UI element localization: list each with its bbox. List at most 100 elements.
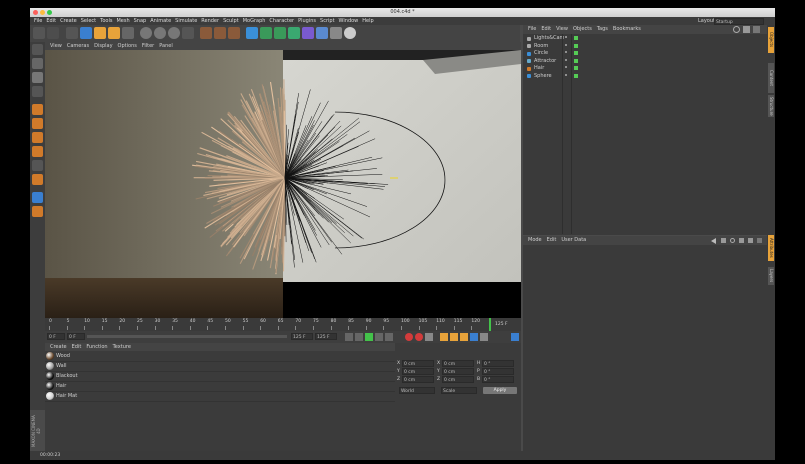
uv-mode-icon[interactable] (32, 146, 43, 157)
enable-check-icon[interactable] (574, 66, 578, 70)
visibility-dot-icon[interactable] (565, 73, 567, 76)
menu-snap[interactable]: Snap (134, 17, 147, 25)
tweak-mode-icon[interactable] (32, 174, 43, 185)
menu-script[interactable]: Script (320, 17, 335, 25)
right-tab-content-browser[interactable]: Content Browser (768, 63, 774, 93)
menu-help[interactable]: Help (362, 17, 373, 25)
redo-icon[interactable] (47, 27, 59, 39)
viewport-menu-panel[interactable]: Panel (159, 42, 173, 50)
object-item[interactable]: Sphere (523, 73, 767, 81)
object-menu-edit[interactable]: Edit (541, 25, 551, 34)
z-axis-icon[interactable] (168, 27, 180, 39)
record-icon[interactable] (405, 333, 413, 341)
workplane-icon[interactable] (32, 86, 43, 97)
render-picture-viewer-icon[interactable] (214, 27, 226, 39)
right-tab-layers[interactable]: Layers (768, 267, 774, 285)
viewport-menu-options[interactable]: Options (118, 42, 137, 50)
key-position-icon[interactable] (440, 333, 448, 341)
object-menu-objects[interactable]: Objects (573, 25, 592, 34)
enable-check-icon[interactable] (574, 51, 578, 55)
object-item[interactable]: Room (523, 43, 767, 51)
menu-mograph[interactable]: MoGraph (243, 17, 266, 25)
enable-check-icon[interactable] (574, 43, 578, 48)
apply-button[interactable]: Apply (483, 387, 517, 394)
right-tab-structure[interactable]: Structure (768, 95, 774, 117)
coord-mode-dropdown[interactable]: World (399, 387, 435, 394)
key-param-icon[interactable] (470, 333, 478, 341)
coord-value-field[interactable]: 0 cm (442, 360, 474, 367)
attribute-menu-user-data[interactable]: User Data (561, 236, 586, 245)
enable-check-icon[interactable] (574, 36, 578, 40)
axis-mode-icon[interactable] (32, 160, 43, 171)
attribute-menu-edit[interactable]: Edit (547, 236, 557, 245)
visibility-dot-icon[interactable] (565, 66, 567, 68)
menu-window[interactable]: Window (339, 17, 359, 25)
key-pla-icon[interactable] (480, 333, 488, 341)
enable-check-icon[interactable] (574, 73, 578, 78)
light-icon[interactable] (344, 27, 356, 39)
coord-size-dropdown[interactable]: Scale (441, 387, 477, 394)
object-new-window-icon[interactable] (753, 26, 760, 33)
deformer-icon[interactable] (302, 27, 314, 39)
model-mode-icon[interactable] (32, 58, 43, 69)
snap-icon[interactable] (32, 192, 43, 203)
menu-animate[interactable]: Animate (150, 17, 171, 25)
step-forward-icon[interactable] (375, 333, 383, 341)
object-item[interactable]: Hair (523, 65, 767, 73)
y-axis-icon[interactable] (154, 27, 166, 39)
coord-value-field[interactable]: 0 cm (402, 376, 434, 383)
camera-icon[interactable] (330, 27, 342, 39)
current-frame-marker[interactable] (489, 318, 491, 331)
attr-pin-icon[interactable] (748, 238, 753, 243)
object-search-icon[interactable] (733, 26, 740, 33)
key-rotation-icon[interactable] (460, 333, 468, 341)
coordinate-system-icon[interactable] (182, 27, 194, 39)
visibility-dot-icon[interactable] (565, 58, 567, 61)
material-menu-edit[interactable]: Edit (72, 343, 82, 351)
array-icon[interactable] (288, 27, 300, 39)
enable-check-icon[interactable] (574, 58, 578, 63)
object-item[interactable]: Attractor (523, 58, 767, 66)
menu-select[interactable]: Select (81, 17, 96, 25)
cube-icon[interactable] (246, 27, 258, 39)
edges-mode-icon[interactable] (32, 118, 43, 129)
viewport-menu-view[interactable]: View (50, 42, 62, 50)
material-menu-function[interactable]: Function (86, 343, 107, 351)
attribute-menu-mode[interactable]: Mode (528, 236, 542, 245)
object-menu-tags[interactable]: Tags (597, 25, 608, 34)
attr-up-icon[interactable] (721, 238, 726, 243)
menu-plugins[interactable]: Plugins (298, 17, 316, 25)
go-to-end-icon[interactable] (385, 333, 393, 341)
right-tab-attributes[interactable]: Attributes (768, 235, 774, 261)
menu-character[interactable]: Character (269, 17, 294, 25)
object-menu-bookmarks[interactable]: Bookmarks (613, 25, 641, 34)
polygons-mode-icon[interactable] (32, 132, 43, 143)
scale-icon[interactable] (94, 27, 106, 39)
preview-end-field[interactable]: 125 F (291, 333, 313, 340)
visibility-dot-icon[interactable] (565, 43, 567, 46)
object-item[interactable]: Lights&Cam (523, 35, 767, 43)
attr-search-icon[interactable] (730, 238, 735, 243)
move-icon[interactable] (80, 27, 92, 39)
material-menu-create[interactable]: Create (50, 343, 67, 351)
coord-value-field[interactable]: 0 cm (442, 376, 474, 383)
layout-dropdown[interactable]: Startup (714, 18, 764, 25)
perspective-viewport[interactable] (45, 50, 521, 318)
object-home-icon[interactable] (743, 26, 750, 33)
key-scale-icon[interactable] (450, 333, 458, 341)
start-frame-field[interactable]: 0 F (47, 333, 65, 340)
preview-range-slider[interactable] (87, 335, 287, 338)
attr-back-icon[interactable] (711, 238, 716, 244)
coord-value-field[interactable]: 0 cm (402, 368, 434, 375)
play-icon[interactable] (365, 333, 373, 341)
go-to-start-icon[interactable] (345, 333, 353, 341)
timeline-menu-icon[interactable] (511, 333, 519, 341)
preview-start-field[interactable]: 0 F (67, 333, 85, 340)
rotate-icon[interactable] (108, 27, 120, 39)
object-menu-file[interactable]: File (528, 25, 536, 34)
step-back-icon[interactable] (355, 333, 363, 341)
right-tab-objects[interactable]: Objects (768, 27, 774, 53)
coord-value-field[interactable]: 0 ° (482, 368, 514, 375)
lock-workplane-icon[interactable] (32, 206, 43, 217)
coord-value-field[interactable]: 0 cm (442, 368, 474, 375)
